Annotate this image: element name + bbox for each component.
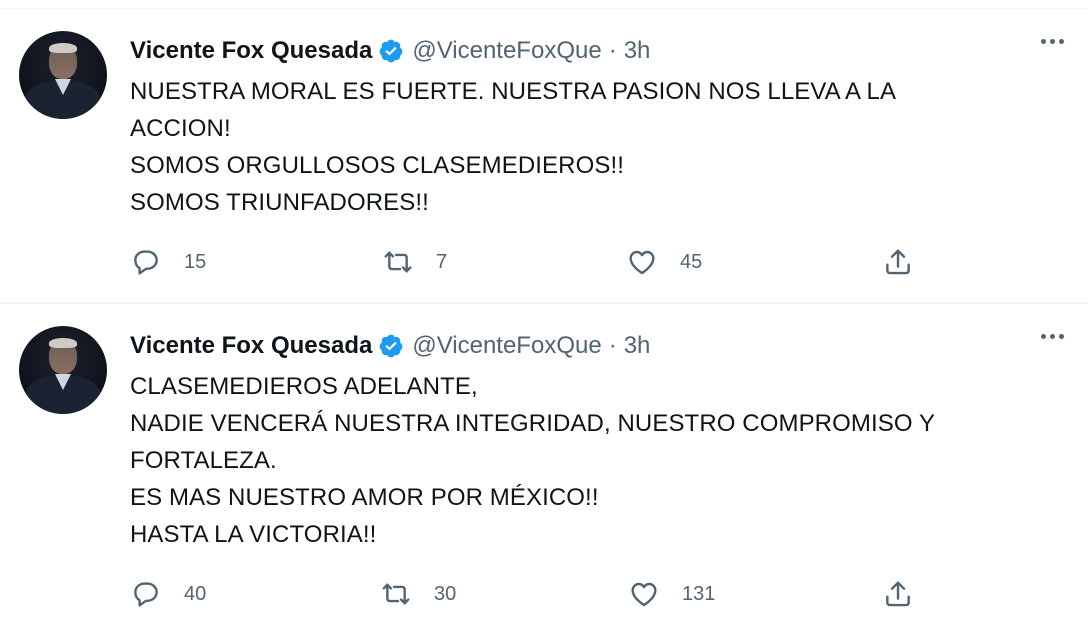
reply-icon [134,250,158,275]
reply-icon [134,582,158,607]
tweet-text-line: HASTA LA VICTORIA!! [130,521,377,548]
tweet-header: Vicente Fox Quesada @VicenteFoxQue · 3h [130,35,650,67]
tweet-text-line: ACCION! [130,115,231,142]
tweet[interactable]: Vicente Fox Quesada @VicenteFoxQue · 3h … [0,304,1088,620]
separator-dot: · [608,332,617,359]
tweet-text-line: FORTALEZA. [130,447,277,474]
retweet-count: 7 [436,250,448,273]
separator-dot: · [608,37,617,64]
heart-icon [631,582,657,607]
action-bar: 15 7 45 [130,245,930,279]
more-icon[interactable] [1041,39,1064,44]
reply-count: 15 [184,250,207,273]
author-handle[interactable]: @VicenteFoxQue [412,332,601,360]
like-button[interactable]: 131 [628,577,715,611]
tweet-text: NUESTRA MORAL ES FUERTE. NUESTRA PASION … [130,73,1050,221]
avatar[interactable] [19,326,107,414]
retweet-count: 30 [434,582,457,605]
author-name[interactable]: Vicente Fox Quesada [130,332,372,360]
author-name[interactable]: Vicente Fox Quesada [130,37,372,65]
like-button[interactable]: 45 [626,245,702,279]
tweet-text-line: CLASEMEDIEROS ADELANTE, [130,373,478,400]
heart-icon [629,250,655,275]
reply-button[interactable]: 40 [130,577,206,611]
more-icon[interactable] [1041,334,1064,339]
top-border [0,0,1088,9]
reply-count: 40 [184,582,207,605]
timestamp[interactable]: 3h [624,37,651,65]
author-handle[interactable]: @VicenteFoxQue [412,37,601,65]
retweet-button[interactable]: 30 [380,577,456,611]
retweet-icon [384,251,412,273]
retweet-icon [382,583,410,605]
tweet-text-line: SOMOS ORGULLOSOS CLASEMEDIEROS!! [130,152,624,179]
tweet-text-line: NUESTRA MORAL ES FUERTE. NUESTRA PASION … [130,78,897,105]
tweet-text: CLASEMEDIEROS ADELANTE, NADIE VENCERÁ NU… [130,368,1050,553]
tweet-text-line: ES MAS NUESTRO AMOR POR MÉXICO!! [130,484,599,511]
reply-button[interactable]: 15 [130,245,206,279]
retweet-button[interactable]: 7 [382,245,447,279]
verified-badge-icon [379,334,403,358]
tweet-header: Vicente Fox Quesada @VicenteFoxQue · 3h [130,330,650,362]
tweet-text-line: SOMOS TRIUNFADORES!! [130,189,429,216]
share-icon [886,249,910,275]
verified-badge-icon [379,39,403,63]
share-button[interactable] [882,577,914,611]
tweet[interactable]: Vicente Fox Quesada @VicenteFoxQue · 3h … [0,9,1088,303]
like-count: 131 [682,582,716,605]
share-button[interactable] [882,245,914,279]
timestamp[interactable]: 3h [624,332,651,360]
action-bar: 40 30 131 [130,577,930,611]
avatar[interactable] [19,31,107,119]
tweet-text-line: NADIE VENCERÁ NUESTRA INTEGRIDAD, NUESTR… [130,410,936,437]
like-count: 45 [680,250,703,273]
share-icon [886,581,910,607]
